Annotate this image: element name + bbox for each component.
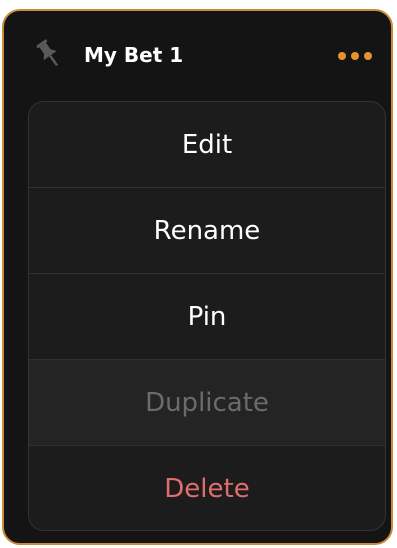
pin-icon bbox=[32, 37, 66, 71]
menu-item-duplicate: Duplicate bbox=[29, 360, 385, 446]
more-horizontal-icon bbox=[364, 52, 372, 60]
menu-item-pin[interactable]: Pin bbox=[29, 274, 385, 360]
more-horizontal-icon bbox=[338, 52, 346, 60]
card-header: My Bet 1 bbox=[4, 11, 391, 93]
menu-item-edit[interactable]: Edit bbox=[29, 102, 385, 188]
menu-item-rename[interactable]: Rename bbox=[29, 188, 385, 274]
more-horizontal-icon bbox=[351, 52, 359, 60]
bet-card: My Bet 1 Edit Rename Pin Duplicate Delet… bbox=[2, 9, 393, 545]
context-menu: Edit Rename Pin Duplicate Delete bbox=[28, 101, 386, 531]
menu-item-delete[interactable]: Delete bbox=[29, 446, 385, 530]
more-options-button[interactable] bbox=[333, 45, 377, 67]
card-title: My Bet 1 bbox=[84, 43, 184, 67]
